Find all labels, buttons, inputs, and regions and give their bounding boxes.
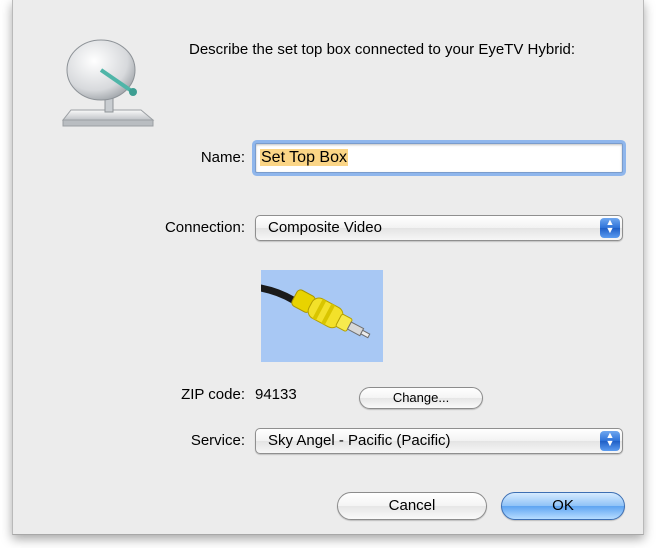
service-popup-value: Sky Angel - Pacific (Pacific) (268, 432, 451, 449)
connection-popup-value: Composite Video (268, 219, 382, 236)
satellite-dish-icon (53, 30, 163, 130)
connection-popup[interactable]: Composite Video ▲ ▼ (255, 215, 623, 241)
up-down-arrows-icon: ▲ ▼ (600, 431, 620, 451)
connection-label: Connection: (164, 219, 245, 236)
change-zip-button[interactable]: Change... (359, 387, 483, 409)
name-field[interactable]: Set Top Box (255, 143, 623, 173)
up-down-arrows-icon: ▲ ▼ (600, 218, 620, 238)
cancel-button[interactable]: Cancel (337, 492, 487, 520)
ok-button[interactable]: OK (501, 492, 625, 520)
name-label: Name: (200, 149, 245, 166)
dialog-sheet: Describe the set top box connected to yo… (12, 0, 644, 535)
service-label: Service: (190, 432, 245, 449)
service-popup[interactable]: Sky Angel - Pacific (Pacific) ▲ ▼ (255, 428, 623, 454)
dialog-prompt: Describe the set top box connected to yo… (189, 41, 576, 58)
zip-value: 94133 (255, 386, 297, 403)
name-field-value: Set Top Box (260, 149, 348, 166)
zip-label: ZIP code: (181, 386, 245, 403)
rca-connector-icon (261, 270, 383, 362)
